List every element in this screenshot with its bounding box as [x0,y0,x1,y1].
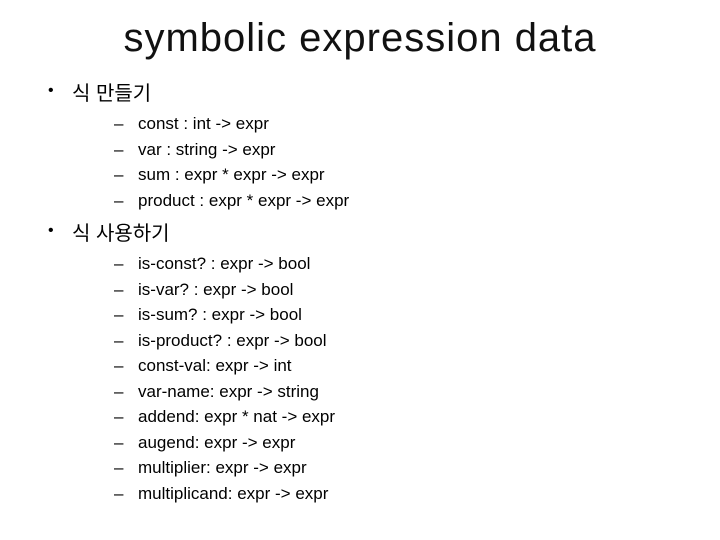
list-item: is-sum? : expr -> bool [114,302,720,328]
section-1-items: const : int -> expr var : string -> expr… [72,111,720,213]
content-list: 식 만들기 const : int -> expr var : string -… [0,79,720,512]
item-text: is-sum? : expr -> bool [138,305,302,324]
section-2-heading: 식 사용하기 [72,223,170,245]
item-text: addend: expr * nat -> expr [138,407,335,426]
item-text: sum : expr * expr -> expr [138,165,325,184]
item-text: const : int -> expr [138,114,269,133]
section-1: 식 만들기 const : int -> expr var : string -… [48,79,720,219]
list-item: is-const? : expr -> bool [114,251,720,277]
slide: symbolic expression data 식 만들기 const : i… [0,0,720,540]
item-text: multiplicand: expr -> expr [138,484,328,503]
section-2-items: is-const? : expr -> bool is-var? : expr … [72,251,720,506]
list-item: is-var? : expr -> bool [114,277,720,303]
list-item: multiplier: expr -> expr [114,455,720,481]
item-text: augend: expr -> expr [138,433,295,452]
list-item: var : string -> expr [114,137,720,163]
list-item: var-name: expr -> string [114,379,720,405]
item-text: is-const? : expr -> bool [138,254,310,273]
item-text: const-val: expr -> int [138,356,292,375]
list-item: multiplicand: expr -> expr [114,481,720,507]
list-item: const-val: expr -> int [114,353,720,379]
slide-title: symbolic expression data [0,16,720,61]
item-text: is-var? : expr -> bool [138,280,293,299]
item-text: var : string -> expr [138,140,275,159]
list-item: product : expr * expr -> expr [114,188,720,214]
section-2: 식 사용하기 is-const? : expr -> bool is-var? … [48,219,720,512]
item-text: is-product? : expr -> bool [138,331,327,350]
item-text: product : expr * expr -> expr [138,191,349,210]
section-1-heading: 식 만들기 [72,83,151,105]
item-text: var-name: expr -> string [138,382,319,401]
list-item: addend: expr * nat -> expr [114,404,720,430]
list-item: augend: expr -> expr [114,430,720,456]
list-item: is-product? : expr -> bool [114,328,720,354]
item-text: multiplier: expr -> expr [138,458,307,477]
list-item: sum : expr * expr -> expr [114,162,720,188]
list-item: const : int -> expr [114,111,720,137]
